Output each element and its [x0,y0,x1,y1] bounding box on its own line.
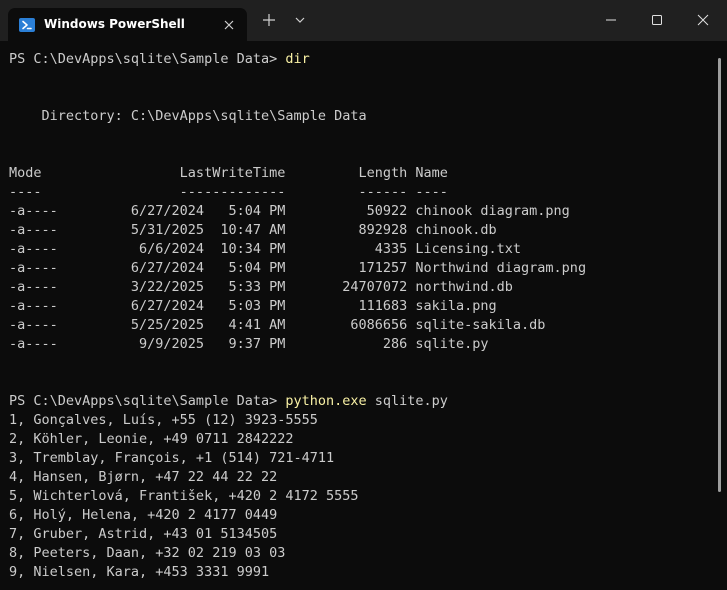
file-row: -a---- 9/9/2025 9:37 PM 286 sqlite.py [9,336,489,352]
terminal-output[interactable]: PS C:\DevApps\sqlite\Sample Data> dir Di… [0,41,715,590]
prompt: PS C:\DevApps\sqlite\Sample Data> [9,393,286,409]
tab-close-icon[interactable] [221,17,237,33]
file-row: -a---- 6/6/2024 10:34 PM 4335 Licensing.… [9,241,522,257]
chevron-down-icon [295,17,305,23]
output-row: 6, Holý, Helena, +420 2 4177 0449 [9,507,278,523]
file-row: -a---- 5/25/2025 4:41 AM 6086656 sqlite-… [9,317,546,333]
prompt-line: PS C:\DevApps\sqlite\Sample Data> dir [9,50,310,69]
command: dir [285,51,310,67]
maximize-button[interactable] [634,0,680,41]
listing-underline: ---- ------------- ------ ---- [9,184,448,200]
minimize-icon [606,19,616,21]
tab-windows-powershell[interactable]: Windows PowerShell [8,8,247,41]
file-row: -a---- 5/31/2025 10:47 AM 892928 chinook… [9,222,497,238]
powershell-window: Windows PowerShell PS C:\DevApps\sqlite\… [0,0,727,590]
output-row: 9, Nielsen, Kara, +453 3331 9991 [9,564,270,580]
command-argument: sqlite.py [366,393,448,409]
file-row: -a---- 6/27/2024 5:03 PM 111683 sakila.p… [9,298,497,314]
close-icon [697,14,709,26]
output-row: 1, Gonçalves, Luís, +55 (12) 3923-5555 [9,412,318,428]
output-row: 5, Wichterlová, František, +420 2 4172 5… [9,488,359,504]
tab-dropdown-button[interactable] [290,10,310,30]
output-row: 2, Köhler, Leonie, +49 0711 2842222 [9,431,294,447]
plus-icon [263,14,275,26]
output-row: 8, Peeters, Daan, +32 02 219 03 03 [9,545,286,561]
command: python.exe [285,393,367,409]
output-row: 7, Gruber, Astrid, +43 01 5134505 [9,526,278,542]
file-row: -a---- 6/27/2024 5:04 PM 50922 chinook d… [9,203,570,219]
output-row: 4, Hansen, Bjørn, +47 22 44 22 22 [9,469,278,485]
prompt-line: PS C:\DevApps\sqlite\Sample Data> python… [9,392,448,411]
listing-header: Mode LastWriteTime Length Name [9,165,448,181]
file-row: -a---- 3/22/2025 5:33 PM 24707072 northw… [9,279,513,295]
maximize-icon [652,15,662,25]
title-bar[interactable]: Windows PowerShell [0,0,727,41]
file-row: -a---- 6/27/2024 5:04 PM 171257 Northwin… [9,260,587,276]
close-button[interactable] [680,0,726,41]
output-row: 3, Tremblay, François, +1 (514) 721-4711 [9,450,335,466]
minimize-button[interactable] [588,0,634,41]
scrollbar-track[interactable] [715,41,727,590]
directory-line: Directory: C:\DevApps\sqlite\Sample Data [9,108,367,124]
prompt: PS C:\DevApps\sqlite\Sample Data> [9,51,286,67]
scrollbar-thumb[interactable] [718,58,721,492]
powershell-icon [19,17,35,33]
tab-title: Windows PowerShell [44,17,185,31]
new-tab-button[interactable] [259,10,279,30]
